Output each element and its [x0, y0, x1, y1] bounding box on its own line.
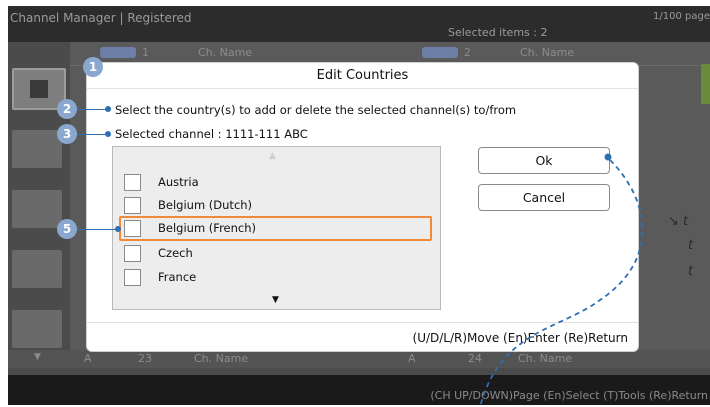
navigation-arrow-overlay — [479, 153, 644, 407]
ok-anchor-dot — [604, 153, 612, 161]
navigation-path-icon — [479, 159, 644, 407]
